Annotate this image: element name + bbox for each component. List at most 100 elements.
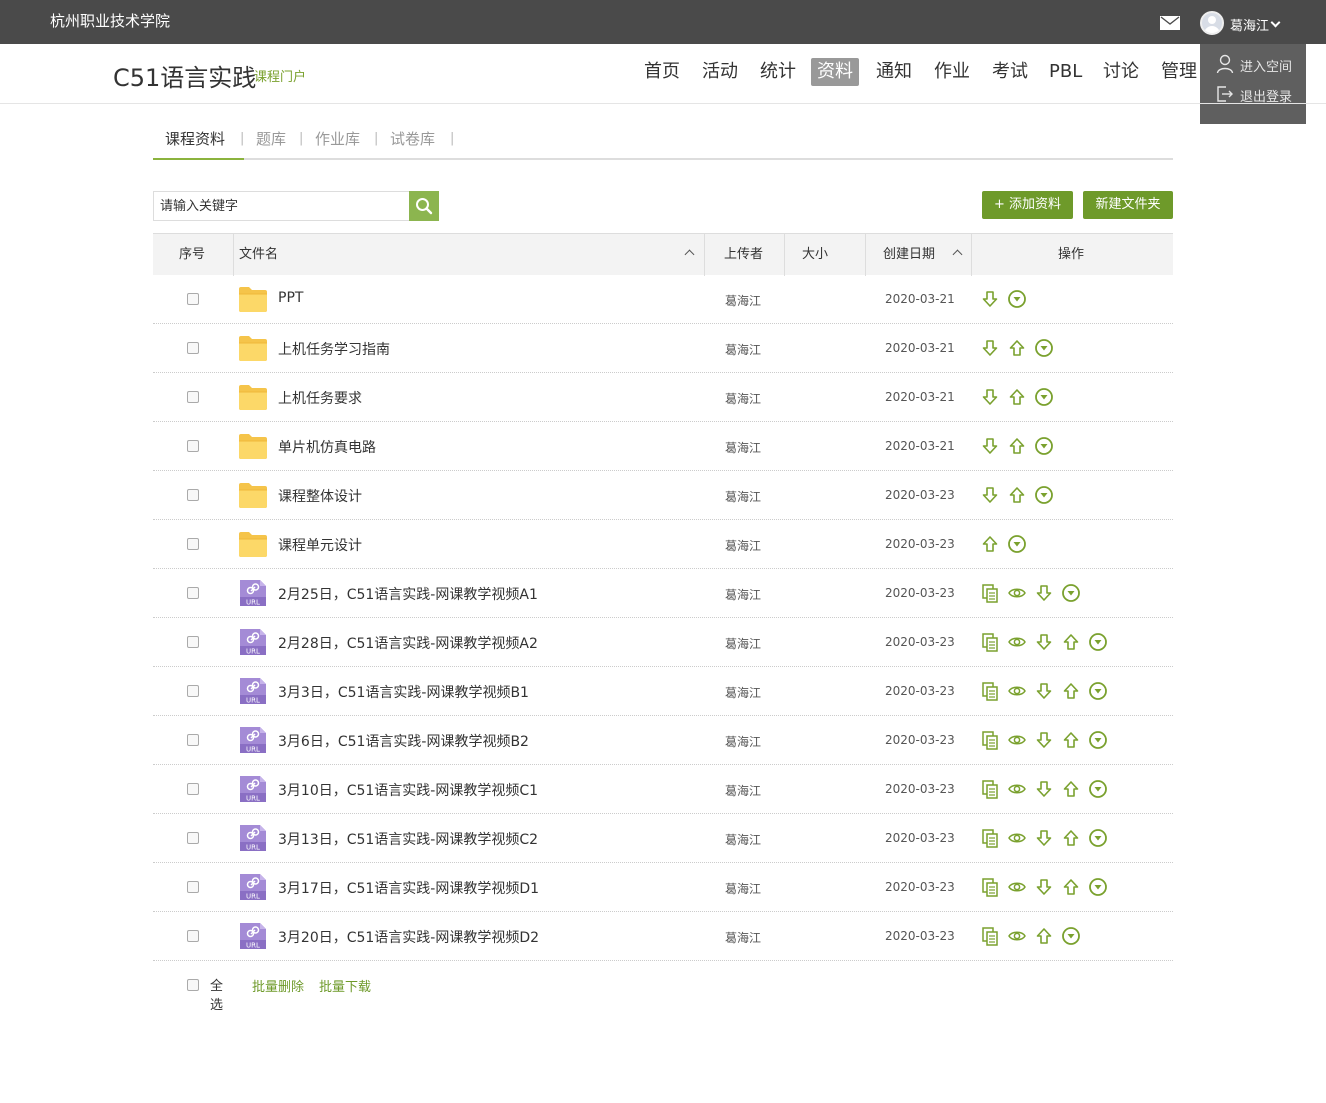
header-filename[interactable]: 文件名 <box>239 234 278 276</box>
more-options-icon[interactable] <box>1034 436 1054 456</box>
file-name[interactable]: 3月20日，C51语言实践-网课教学视频D2 <box>278 927 539 947</box>
header-created-date[interactable]: 创建日期 <box>883 234 935 276</box>
file-name[interactable]: 3月13日，C51语言实践-网课教学视频C2 <box>278 829 538 849</box>
nav-discussion[interactable]: 讨论 <box>1097 58 1145 86</box>
chevron-down-icon[interactable] <box>1270 17 1281 28</box>
file-name[interactable]: 3月6日，C51语言实践-网课教学视频B2 <box>278 731 529 751</box>
avatar[interactable] <box>1200 11 1224 35</box>
copy-icon[interactable] <box>980 632 1000 652</box>
preview-icon[interactable] <box>1007 926 1027 946</box>
row-checkbox[interactable] <box>187 930 199 942</box>
row-checkbox[interactable] <box>187 685 199 697</box>
copy-icon[interactable] <box>980 681 1000 701</box>
more-options-icon[interactable] <box>1061 583 1081 603</box>
upload-icon[interactable] <box>1061 681 1081 701</box>
tab-paper-bank[interactable]: 试卷库 <box>390 128 435 149</box>
username[interactable]: 葛海江 <box>1230 15 1269 34</box>
select-all-checkbox[interactable] <box>187 979 199 991</box>
nav-home[interactable]: 首页 <box>638 58 686 86</box>
upload-icon[interactable] <box>1034 926 1054 946</box>
file-name[interactable]: 上机任务学习指南 <box>278 339 390 359</box>
sort-asc-icon[interactable] <box>952 249 963 260</box>
row-checkbox[interactable] <box>187 440 199 452</box>
upload-icon[interactable] <box>1061 779 1081 799</box>
file-name[interactable]: 3月10日，C51语言实践-网课教学视频C1 <box>278 780 538 800</box>
course-portal-link[interactable]: 课程门户 <box>254 66 306 85</box>
file-name[interactable]: 上机任务要求 <box>278 388 362 408</box>
file-name[interactable]: 单片机仿真电路 <box>278 437 376 457</box>
copy-icon[interactable] <box>980 779 1000 799</box>
download-icon[interactable] <box>1034 828 1054 848</box>
preview-icon[interactable] <box>1007 730 1027 750</box>
preview-icon[interactable] <box>1007 583 1027 603</box>
file-name[interactable]: 3月3日，C51语言实践-网课教学视频B1 <box>278 682 529 702</box>
upload-icon[interactable] <box>1061 877 1081 897</box>
tab-course-materials[interactable]: 课程资料 <box>165 128 225 149</box>
row-checkbox[interactable] <box>187 342 199 354</box>
nav-pbl[interactable]: PBL <box>1043 58 1088 86</box>
tab-homework-bank[interactable]: 作业库 <box>315 128 360 149</box>
more-options-icon[interactable] <box>1088 828 1108 848</box>
select-all-label[interactable]: 全选 <box>210 975 223 1013</box>
row-checkbox[interactable] <box>187 587 199 599</box>
nav-manage[interactable]: 管理 <box>1155 58 1203 86</box>
row-checkbox[interactable] <box>187 832 199 844</box>
file-name[interactable]: 2月25日，C51语言实践-网课教学视频A1 <box>278 584 538 604</box>
nav-homework[interactable]: 作业 <box>928 58 976 86</box>
download-icon[interactable] <box>980 338 1000 358</box>
upload-icon[interactable] <box>1061 632 1081 652</box>
preview-icon[interactable] <box>1007 877 1027 897</box>
download-icon[interactable] <box>980 387 1000 407</box>
download-icon[interactable] <box>980 289 1000 309</box>
row-checkbox[interactable] <box>187 391 199 403</box>
batch-download-link[interactable]: 批量下载 <box>319 976 371 995</box>
preview-icon[interactable] <box>1007 779 1027 799</box>
more-options-icon[interactable] <box>1034 387 1054 407</box>
row-checkbox[interactable] <box>187 489 199 501</box>
more-options-icon[interactable] <box>1088 877 1108 897</box>
upload-icon[interactable] <box>1061 828 1081 848</box>
download-icon[interactable] <box>1034 779 1054 799</box>
copy-icon[interactable] <box>980 828 1000 848</box>
file-name[interactable]: 课程整体设计 <box>278 486 362 506</box>
copy-icon[interactable] <box>980 926 1000 946</box>
batch-delete-link[interactable]: 批量删除 <box>252 976 304 995</box>
nav-activity[interactable]: 活动 <box>696 58 744 86</box>
row-checkbox[interactable] <box>187 783 199 795</box>
upload-icon[interactable] <box>1007 387 1027 407</box>
file-name[interactable]: PPT <box>278 290 303 306</box>
search-input[interactable] <box>153 191 409 221</box>
download-icon[interactable] <box>980 436 1000 456</box>
nav-statistics[interactable]: 统计 <box>754 58 802 86</box>
more-options-icon[interactable] <box>1007 534 1027 554</box>
nav-materials[interactable]: 资料 <box>811 58 859 86</box>
copy-icon[interactable] <box>980 877 1000 897</box>
mail-icon[interactable] <box>1160 16 1180 30</box>
preview-icon[interactable] <box>1007 828 1027 848</box>
upload-icon[interactable] <box>1007 436 1027 456</box>
download-icon[interactable] <box>1034 632 1054 652</box>
preview-icon[interactable] <box>1007 632 1027 652</box>
download-icon[interactable] <box>1034 583 1054 603</box>
more-options-icon[interactable] <box>1088 730 1108 750</box>
new-folder-button[interactable]: 新建文件夹 <box>1083 191 1173 219</box>
add-material-button[interactable]: + 添加资料 <box>982 191 1073 219</box>
download-icon[interactable] <box>1034 877 1054 897</box>
sort-asc-icon[interactable] <box>684 249 695 260</box>
more-options-icon[interactable] <box>1061 926 1081 946</box>
file-name[interactable]: 2月28日，C51语言实践-网课教学视频A2 <box>278 633 538 653</box>
tab-question-bank[interactable]: 题库 <box>256 128 286 149</box>
copy-icon[interactable] <box>980 583 1000 603</box>
nav-notice[interactable]: 通知 <box>870 58 918 86</box>
more-options-icon[interactable] <box>1007 289 1027 309</box>
preview-icon[interactable] <box>1007 681 1027 701</box>
upload-icon[interactable] <box>1007 338 1027 358</box>
row-checkbox[interactable] <box>187 636 199 648</box>
upload-icon[interactable] <box>980 534 1000 554</box>
download-icon[interactable] <box>1034 730 1054 750</box>
nav-exam[interactable]: 考试 <box>986 58 1034 86</box>
file-name[interactable]: 3月17日，C51语言实践-网课教学视频D1 <box>278 878 539 898</box>
more-options-icon[interactable] <box>1034 485 1054 505</box>
row-checkbox[interactable] <box>187 881 199 893</box>
more-options-icon[interactable] <box>1088 681 1108 701</box>
